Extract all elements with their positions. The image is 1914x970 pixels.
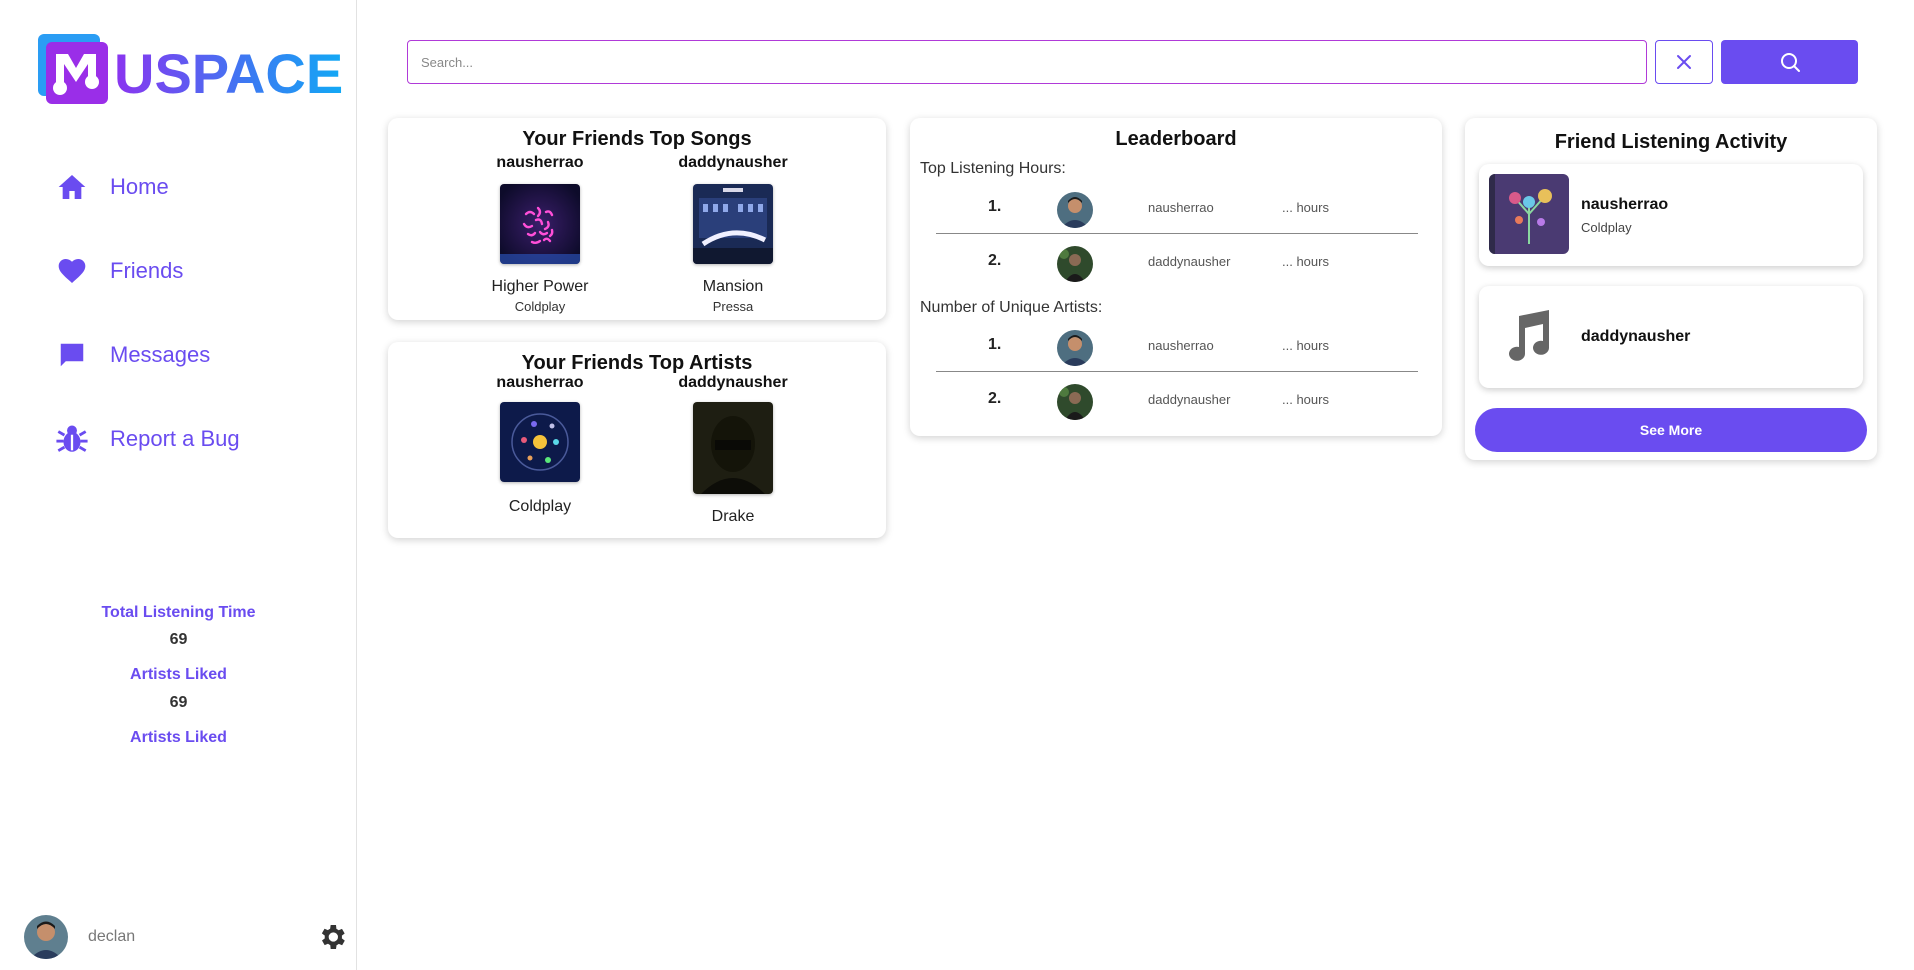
leaderboard-row[interactable]: 1. nausherrao ... hours bbox=[936, 182, 1418, 234]
home-icon bbox=[54, 169, 90, 205]
sidebar-item-label: Friends bbox=[110, 258, 184, 283]
leaderboard-row[interactable]: 1. nausherrao ... hours bbox=[936, 320, 1418, 372]
avatar bbox=[1057, 192, 1093, 228]
close-icon bbox=[1677, 55, 1691, 69]
sidebar-item-label: Report a Bug bbox=[110, 426, 240, 451]
user-name: declan bbox=[88, 928, 136, 945]
logo[interactable]: USPACE bbox=[38, 34, 343, 112]
friend-activity-card: Friend Listening Activity nausherrao Col… bbox=[1465, 118, 1877, 460]
sidebar-item-messages[interactable]: Messages bbox=[54, 333, 210, 377]
logo-text: USPACE bbox=[114, 42, 344, 105]
friend-name: nausherrao bbox=[1581, 196, 1669, 213]
bug-icon bbox=[54, 421, 90, 457]
listening-stats: Total Listening Time 69 Artists Liked 69… bbox=[0, 604, 357, 747]
music-note-icon bbox=[1489, 296, 1569, 376]
friend-name: nausherrao bbox=[1148, 338, 1214, 353]
leaderboard-section-label: Top Listening Hours: bbox=[920, 160, 1066, 177]
stat-value: 69 bbox=[169, 631, 188, 648]
sidebar-item-friends[interactable]: Friends bbox=[54, 249, 183, 293]
friend-name: daddynausher bbox=[1148, 254, 1231, 269]
sidebar-item-label: Messages bbox=[110, 342, 211, 367]
activity-item[interactable]: daddynausher bbox=[1479, 286, 1863, 388]
friend-name: nausherrao bbox=[496, 154, 584, 171]
friend-name: daddynausher bbox=[1581, 328, 1691, 345]
stat-label: Total Listening Time bbox=[101, 604, 256, 621]
friend-name: nausherrao bbox=[1148, 200, 1214, 215]
card-title: Your Friends Top Artists bbox=[521, 352, 753, 374]
card-title: Friend Listening Activity bbox=[1554, 131, 1788, 153]
avatar[interactable] bbox=[24, 915, 68, 959]
artist-name: Drake bbox=[711, 508, 755, 525]
hours-value: ... hours bbox=[1282, 200, 1329, 215]
rank: 2. bbox=[988, 390, 1002, 407]
sidebar-item-home[interactable]: Home bbox=[54, 165, 169, 209]
avatar bbox=[1057, 246, 1093, 282]
leaderboard-section-label: Number of Unique Artists: bbox=[920, 299, 1103, 316]
search-icon bbox=[1780, 53, 1800, 72]
sidebar-item-report-bug[interactable]: Report a Bug bbox=[54, 417, 240, 461]
friend-name: daddynausher bbox=[1148, 392, 1231, 407]
friend-name: daddynausher bbox=[678, 154, 788, 171]
album-cover bbox=[1489, 174, 1569, 254]
rank: 2. bbox=[988, 252, 1002, 269]
sidebar-item-label: Home bbox=[110, 174, 169, 199]
leaderboard-row[interactable]: 2. daddynausher ... hours bbox=[936, 236, 1418, 288]
top-song-entry[interactable]: daddynausher Mansion Pressa bbox=[658, 154, 808, 314]
album-cover bbox=[500, 184, 580, 264]
heart-icon bbox=[54, 253, 90, 289]
stat-label: Artists Liked bbox=[130, 729, 227, 746]
search-button[interactable] bbox=[1721, 40, 1858, 84]
activity-item[interactable]: nausherrao Coldplay bbox=[1479, 164, 1863, 266]
song-artist: Coldplay bbox=[514, 299, 566, 314]
avatar bbox=[1057, 384, 1093, 420]
clear-search-button[interactable] bbox=[1655, 40, 1713, 84]
gear-icon[interactable] bbox=[316, 921, 348, 953]
stat-label: Artists Liked bbox=[130, 666, 227, 683]
avatar bbox=[1057, 330, 1093, 366]
song-artist: Pressa bbox=[712, 299, 754, 314]
top-songs-card: Your Friends Top Songs nausherrao Higher… bbox=[388, 118, 886, 320]
song-title: Higher Power bbox=[491, 278, 589, 295]
app: USPACE Home Friends Messages Report a Bu… bbox=[0, 0, 1914, 970]
card-title: Leaderboard bbox=[1115, 128, 1237, 150]
top-artist-entry[interactable]: nausherrao Coldplay bbox=[465, 374, 615, 516]
artist-image bbox=[693, 402, 773, 494]
search-input[interactable] bbox=[407, 40, 1647, 84]
logo-mark bbox=[38, 34, 108, 104]
top-artist-entry[interactable]: daddynausher Drake bbox=[658, 374, 808, 526]
user-bar: declan bbox=[24, 914, 348, 960]
top-song-entry[interactable]: nausherrao Higher Power Coldplay bbox=[465, 154, 615, 314]
friend-name: daddynausher bbox=[678, 374, 788, 391]
hours-value: ... hours bbox=[1282, 254, 1329, 269]
album-cover bbox=[693, 184, 773, 264]
card-title: Your Friends Top Songs bbox=[522, 128, 752, 150]
top-artists-card: Your Friends Top Artists nausherrao Cold… bbox=[388, 342, 886, 538]
artist-name: Coldplay bbox=[1581, 220, 1632, 235]
hours-value: ... hours bbox=[1282, 392, 1329, 407]
rank: 1. bbox=[988, 198, 1002, 215]
rank: 1. bbox=[988, 336, 1002, 353]
song-title: Mansion bbox=[702, 278, 764, 295]
message-icon bbox=[54, 337, 90, 373]
see-more-button[interactable]: See More bbox=[1475, 408, 1867, 452]
artist-name: Coldplay bbox=[508, 498, 572, 515]
hours-value: ... hours bbox=[1282, 338, 1329, 353]
stat-value: 69 bbox=[169, 694, 188, 711]
sidebar: USPACE Home Friends Messages Report a Bu… bbox=[0, 0, 357, 970]
artist-image bbox=[500, 402, 580, 482]
leaderboard-row[interactable]: 2. daddynausher ... hours bbox=[936, 374, 1418, 426]
friend-name: nausherrao bbox=[496, 374, 584, 391]
leaderboard-card: Leaderboard Top Listening Hours: 1. naus… bbox=[910, 118, 1442, 436]
